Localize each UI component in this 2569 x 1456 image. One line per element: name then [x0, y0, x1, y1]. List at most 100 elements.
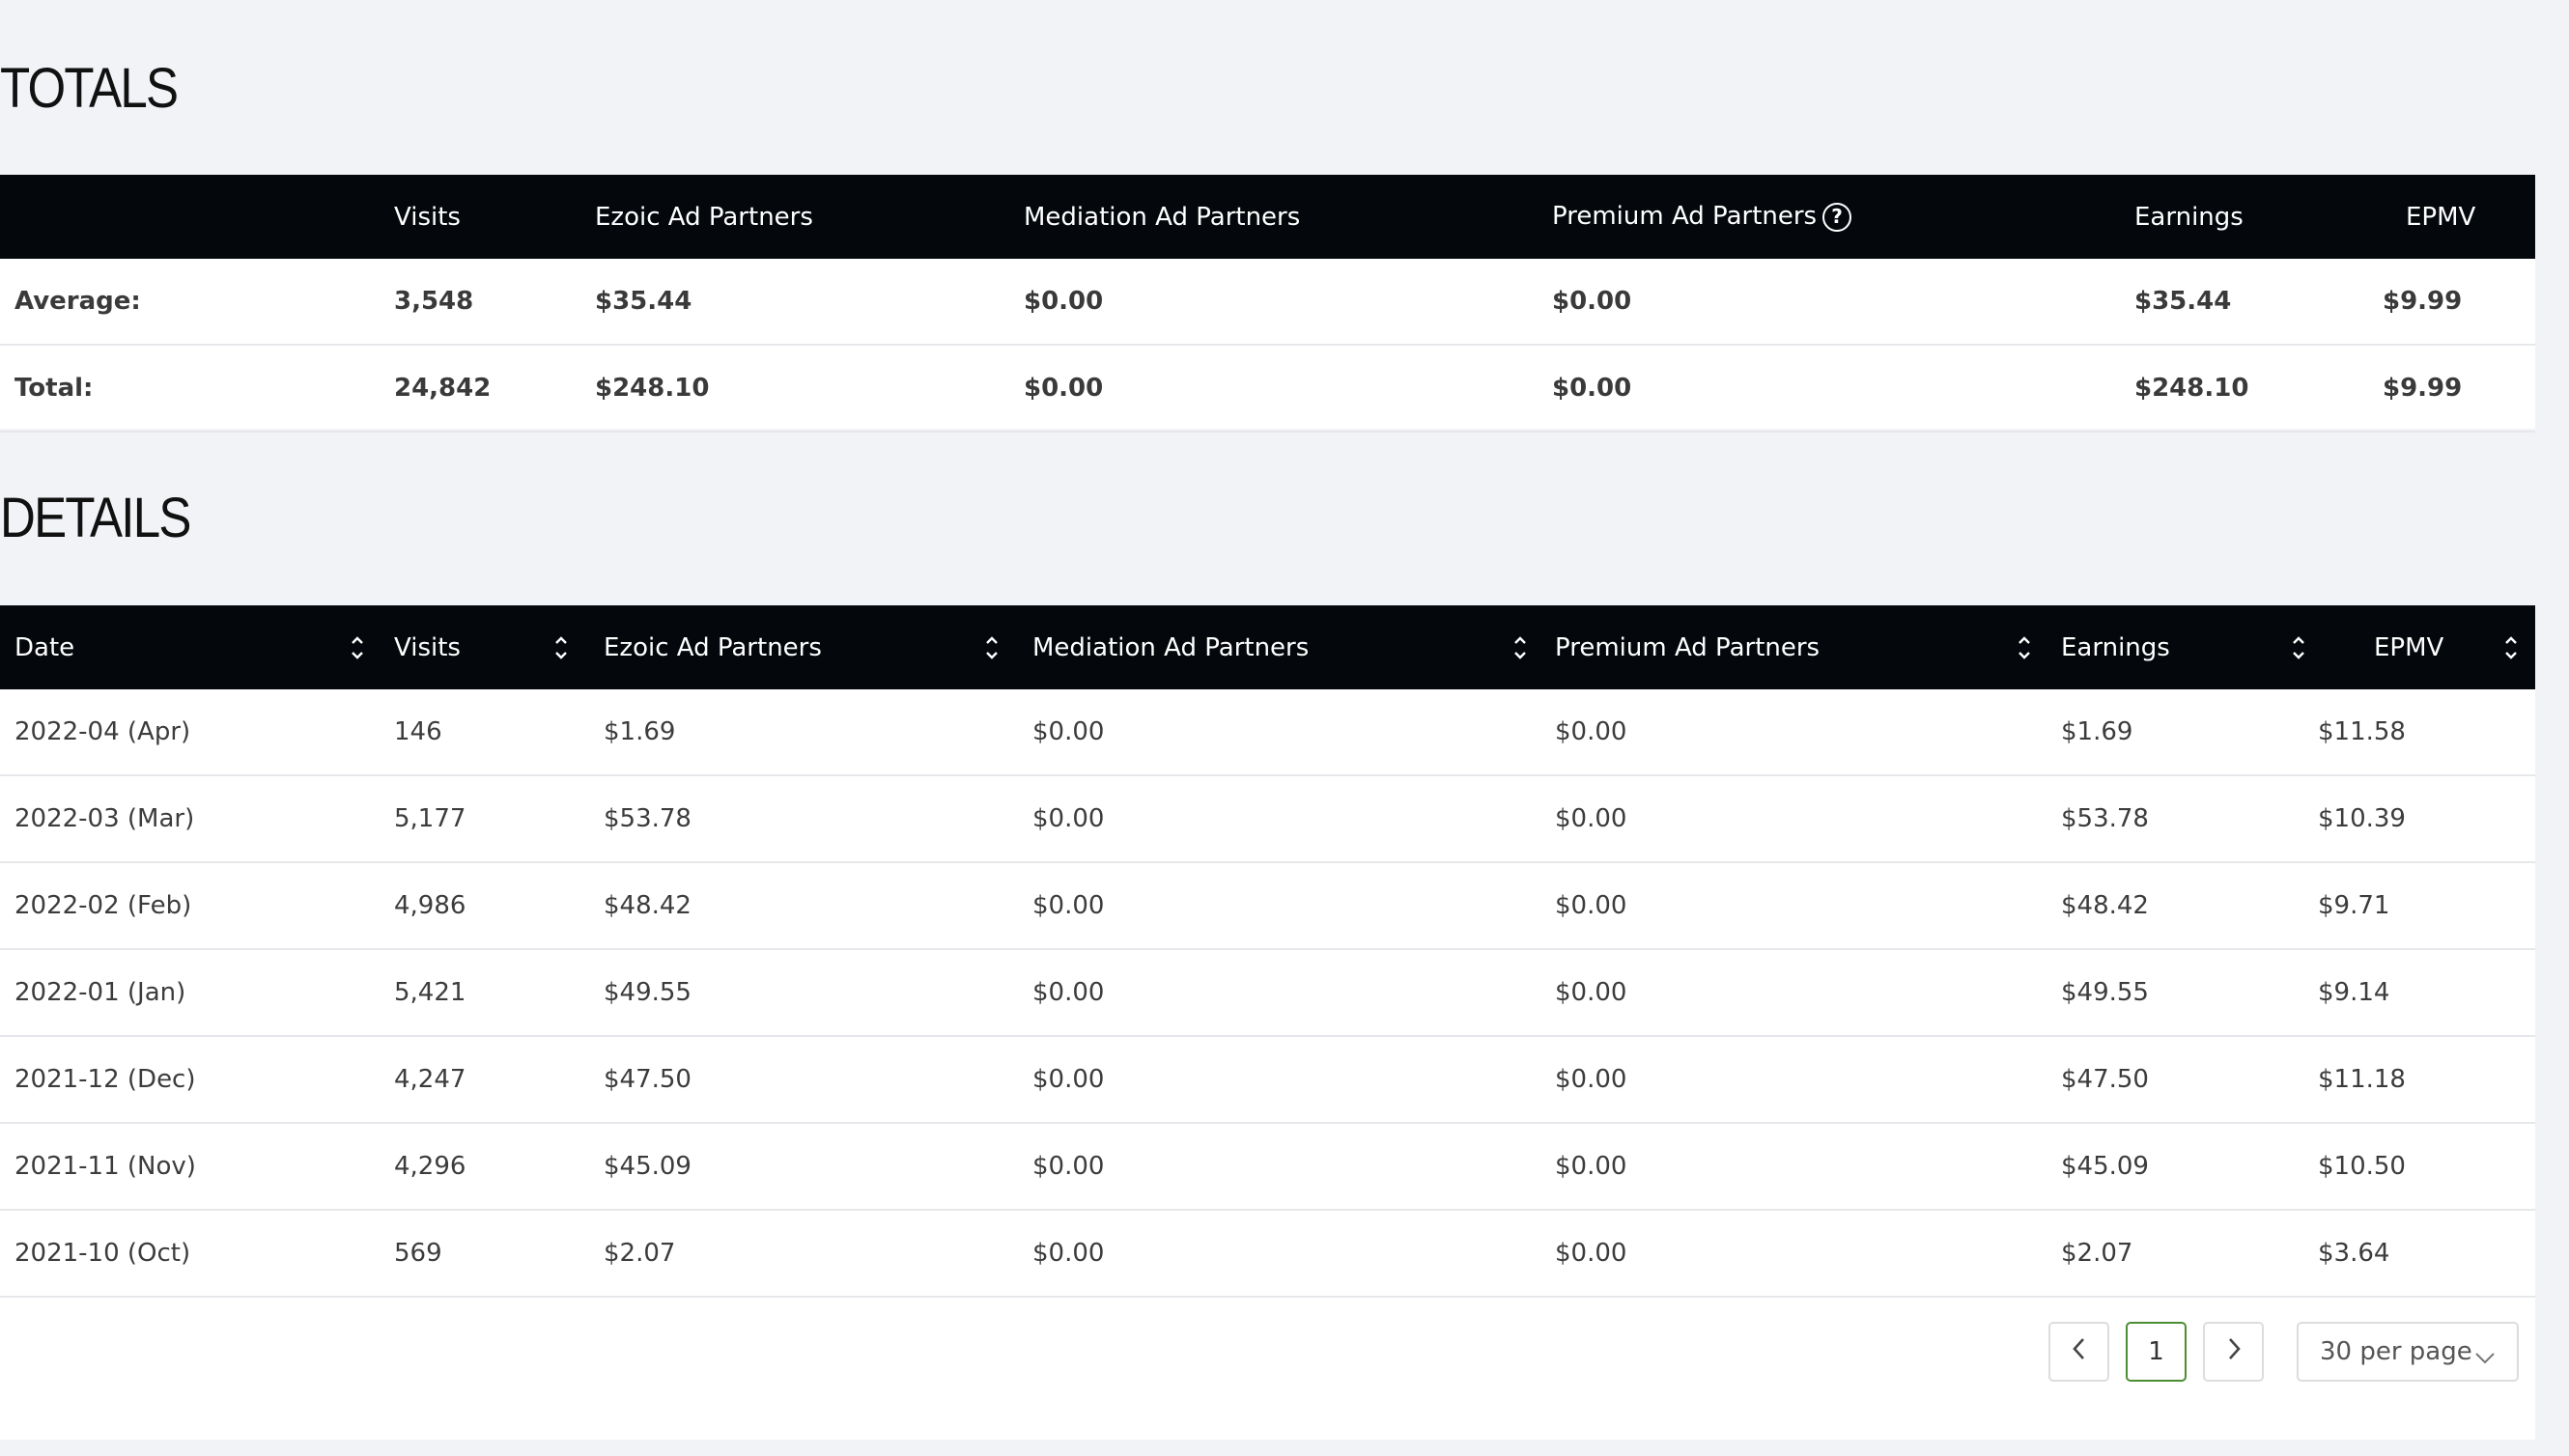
- totals-premium: $0.00: [1552, 259, 2134, 346]
- cell-earnings: $53.78: [2047, 775, 2318, 863]
- cell-premium: $0.00: [1541, 775, 2047, 863]
- cell-premium: $0.00: [1541, 1210, 2047, 1298]
- totals-visits: 24,842: [381, 345, 595, 433]
- sort-arrows-icon[interactable]: [2503, 629, 2519, 667]
- totals-mediation: $0.00: [1020, 259, 1552, 346]
- totals-header-premium-label: Premium Ad Partners: [1552, 202, 1818, 232]
- totals-earnings: $248.10: [2134, 345, 2375, 433]
- cell-earnings: $49.55: [2047, 949, 2318, 1037]
- header-label: Mediation Ad Partners: [1032, 632, 1310, 662]
- table-row: 2022-02 (Feb) 4,986 $48.42 $0.00 $0.00 $…: [0, 862, 2535, 950]
- sort-arrows-icon[interactable]: [2017, 629, 2032, 667]
- totals-header-visits: Visits: [394, 202, 461, 232]
- totals-header-epmv: EPMV: [2406, 202, 2476, 232]
- header-label: Premium Ad Partners: [1555, 632, 1821, 662]
- totals-epmv: $9.99: [2375, 259, 2535, 346]
- totals-header-row: Visits Ezoic Ad Partners Mediation Ad Pa…: [0, 175, 2535, 259]
- cell-epmv: $11.18: [2318, 1036, 2535, 1124]
- page-number-button[interactable]: 1: [2126, 1322, 2187, 1382]
- sort-arrows-icon[interactable]: [2291, 629, 2306, 667]
- per-page-select[interactable]: 30 per page: [2297, 1322, 2519, 1382]
- totals-title: TOTALS: [0, 57, 179, 120]
- cell-date: 2021-12 (Dec): [0, 1036, 381, 1124]
- cell-earnings: $47.50: [2047, 1036, 2318, 1124]
- chevron-left-icon: [2071, 1336, 2088, 1368]
- sort-header-earnings[interactable]: Earnings: [2047, 605, 2318, 689]
- cell-ezoic: $45.09: [588, 1123, 1019, 1211]
- sort-header-date[interactable]: Date: [0, 605, 381, 689]
- cell-mediation: $0.00: [1019, 1036, 1541, 1124]
- cell-mediation: $0.00: [1019, 1210, 1541, 1298]
- totals-table-card: Visits Ezoic Ad Partners Mediation Ad Pa…: [0, 175, 2535, 433]
- cell-date: 2021-11 (Nov): [0, 1123, 381, 1211]
- cell-epmv: $9.71: [2318, 862, 2535, 950]
- table-row: 2022-01 (Jan) 5,421 $49.55 $0.00 $0.00 $…: [0, 949, 2535, 1037]
- cell-visits: 5,177: [381, 775, 588, 863]
- cell-visits: 4,986: [381, 862, 588, 950]
- cell-premium: $0.00: [1541, 689, 2047, 776]
- table-row: 2021-11 (Nov) 4,296 $45.09 $0.00 $0.00 $…: [0, 1123, 2535, 1211]
- cell-epmv: $10.39: [2318, 775, 2535, 863]
- cell-mediation: $0.00: [1019, 862, 1541, 950]
- header-label: Ezoic Ad Partners: [604, 632, 822, 662]
- totals-header-premium: Premium Ad Partners?: [1552, 175, 2134, 259]
- cell-date: 2022-04 (Apr): [0, 689, 381, 776]
- next-page-button[interactable]: [2203, 1322, 2264, 1382]
- sort-header-mediation[interactable]: Mediation Ad Partners: [1019, 605, 1541, 689]
- cell-date: 2022-01 (Jan): [0, 949, 381, 1037]
- sort-arrows-icon[interactable]: [350, 629, 365, 667]
- cell-visits: 146: [381, 689, 588, 776]
- totals-ezoic: $248.10: [595, 345, 1020, 433]
- sort-arrows-icon[interactable]: [984, 629, 1000, 667]
- totals-header-label: [0, 175, 381, 259]
- header-label: Earnings: [2061, 632, 2170, 662]
- cell-date: 2022-03 (Mar): [0, 775, 381, 863]
- totals-earnings: $35.44: [2134, 259, 2375, 346]
- sort-arrows-icon[interactable]: [1512, 629, 1528, 667]
- cell-premium: $0.00: [1541, 1036, 2047, 1124]
- header-label: Visits: [394, 632, 461, 662]
- cell-mediation: $0.00: [1019, 1123, 1541, 1211]
- header-label: EPMV: [2374, 632, 2444, 662]
- totals-premium: $0.00: [1552, 345, 2134, 433]
- cell-date: 2021-10 (Oct): [0, 1210, 381, 1298]
- cell-mediation: $0.00: [1019, 949, 1541, 1037]
- totals-row-label: Average:: [0, 259, 381, 346]
- cell-earnings: $48.42: [2047, 862, 2318, 950]
- cell-mediation: $0.00: [1019, 689, 1541, 776]
- cell-ezoic: $2.07: [588, 1210, 1019, 1298]
- details-header-row: Date Visits Ezoic Ad Partners Mediation …: [0, 605, 2535, 689]
- cell-earnings: $45.09: [2047, 1123, 2318, 1211]
- totals-epmv: $9.99: [2375, 345, 2535, 433]
- totals-row-average: Average: 3,548 $35.44 $0.00 $0.00 $35.44…: [0, 259, 2535, 346]
- details-title: DETAILS: [0, 487, 191, 549]
- sort-header-visits[interactable]: Visits: [381, 605, 588, 689]
- cell-visits: 569: [381, 1210, 588, 1298]
- cell-earnings: $1.69: [2047, 689, 2318, 776]
- sort-header-epmv[interactable]: EPMV: [2318, 605, 2535, 689]
- cell-date: 2022-02 (Feb): [0, 862, 381, 950]
- sort-arrows-icon[interactable]: [553, 629, 569, 667]
- per-page-value: 30 per page: [2320, 1337, 2472, 1366]
- chevron-right-icon: [2225, 1336, 2243, 1368]
- cell-ezoic: $1.69: [588, 689, 1019, 776]
- cell-epmv: $11.58: [2318, 689, 2535, 776]
- table-row: 2022-04 (Apr) 146 $1.69 $0.00 $0.00 $1.6…: [0, 689, 2535, 776]
- cell-visits: 5,421: [381, 949, 588, 1037]
- sort-header-premium[interactable]: Premium Ad Partners: [1541, 605, 2047, 689]
- table-row: 2021-10 (Oct) 569 $2.07 $0.00 $0.00 $2.0…: [0, 1210, 2535, 1298]
- cell-ezoic: $48.42: [588, 862, 1019, 950]
- table-row: 2022-03 (Mar) 5,177 $53.78 $0.00 $0.00 $…: [0, 775, 2535, 863]
- cell-visits: 4,247: [381, 1036, 588, 1124]
- cell-premium: $0.00: [1541, 949, 2047, 1037]
- totals-table: Visits Ezoic Ad Partners Mediation Ad Pa…: [0, 175, 2535, 433]
- table-row: 2021-12 (Dec) 4,247 $47.50 $0.00 $0.00 $…: [0, 1036, 2535, 1124]
- details-table-card: Date Visits Ezoic Ad Partners Mediation …: [0, 605, 2535, 1440]
- cell-premium: $0.00: [1541, 1123, 2047, 1211]
- sort-header-ezoic[interactable]: Ezoic Ad Partners: [588, 605, 1019, 689]
- prev-page-button[interactable]: [2048, 1322, 2109, 1382]
- totals-header-earnings: Earnings: [2134, 202, 2244, 232]
- cell-ezoic: $53.78: [588, 775, 1019, 863]
- cell-mediation: $0.00: [1019, 775, 1541, 863]
- question-circle-icon[interactable]: ?: [1822, 202, 1852, 232]
